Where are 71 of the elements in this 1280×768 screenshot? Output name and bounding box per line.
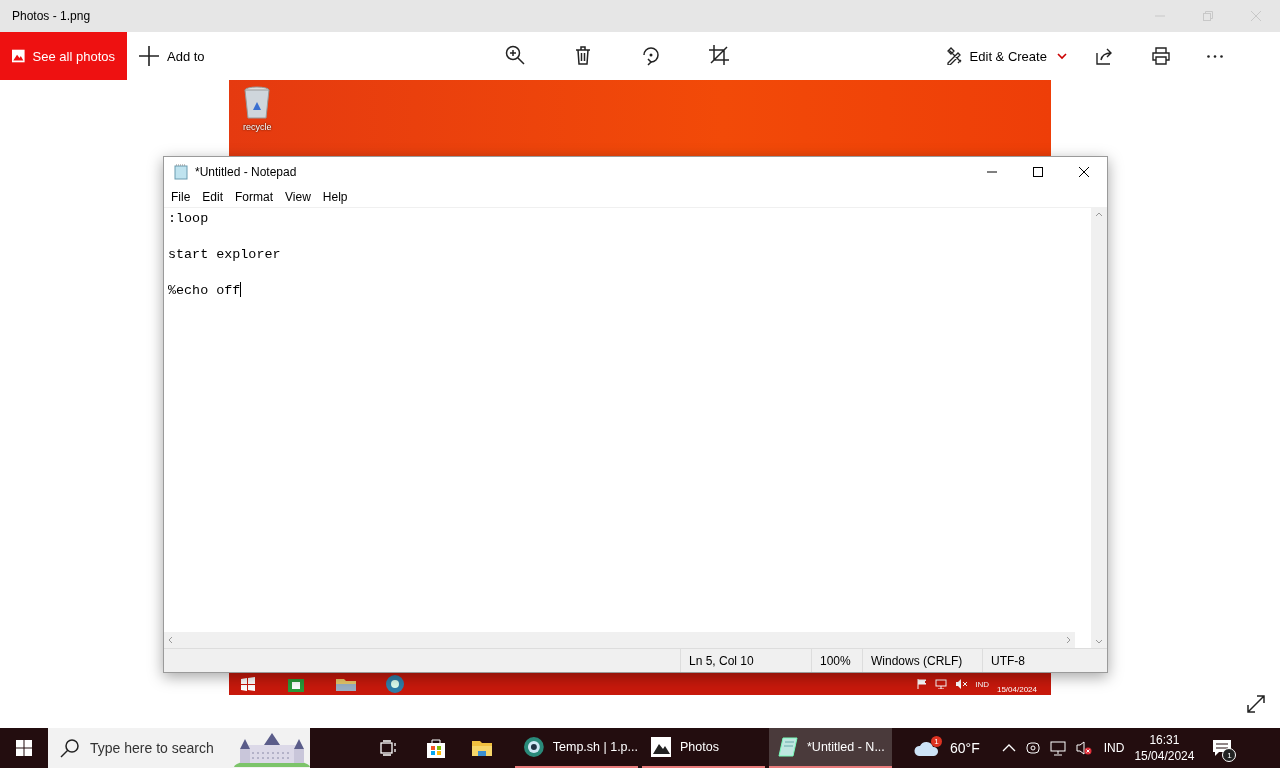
plus-icon [139,46,159,66]
menu-item[interactable]: Edit [196,190,230,204]
text-cursor [240,282,242,297]
notepad-icon [173,164,189,180]
tray-date: 15/04/2024 [996,683,1037,694]
more-icon [1206,54,1223,58]
search-icon [60,738,80,758]
camera-icon[interactable] [1025,740,1040,756]
menu-item[interactable]: Help [316,190,354,204]
globe-icon [523,736,545,758]
taskbar-app-button[interactable]: Temp.sh | 1.p... [515,728,638,768]
language-indicator[interactable]: IND [1103,741,1125,755]
clock-time[interactable]: 16:31 [1149,732,1180,748]
edit-create-button[interactable]: Edit & Create [945,47,1067,65]
speaker-muted-icon[interactable] [1075,740,1092,756]
zoom-in-icon [504,45,527,67]
scroll-right-icon [1066,636,1071,644]
store-icon [287,676,305,692]
see-all-photos-button[interactable]: See all photos [0,32,127,80]
menu-item[interactable]: Format [229,190,280,204]
language-indicator: IND [975,679,989,689]
taskbar-app-button[interactable]: *Untitled - N... [769,728,892,768]
desktop-icon-label: recycle [243,122,272,132]
expand-icon [1246,694,1266,714]
network-icon [935,679,948,689]
menu-item[interactable]: View [279,190,317,204]
pencil-ruler-icon [945,47,964,65]
add-to-button[interactable]: Add to [139,46,205,66]
window-title: Photos - 1.png [11,9,92,23]
printer-button[interactable] [1150,46,1171,66]
browser-icon [385,674,405,694]
start-icon [241,677,255,691]
shopping-bag-icon [426,738,446,758]
flag-icon [917,679,928,689]
text-editor[interactable]: :loop start explorer %echo off [164,208,1091,632]
zoom-level: 100% [811,649,862,672]
search-placeholder: Type here to search [90,740,215,756]
photo-icon [650,736,672,758]
clock-date[interactable]: 15/04/2024 [1134,748,1195,764]
more-button[interactable] [1206,54,1223,58]
folder-icon [335,676,357,692]
folder-icon [471,739,493,757]
scroll-left-icon [168,636,173,644]
crop-button[interactable] [708,45,731,67]
crop-icon [708,45,731,67]
cursor-position: Ln 5, Col 10 [680,649,811,672]
recycle-bin-icon [243,86,272,120]
speaker-muted-icon [955,679,968,689]
chevron-up-icon[interactable] [1001,743,1016,753]
encoding: UTF-8 [982,649,1092,672]
notification-badge: 1 [931,736,942,747]
search-field[interactable]: Type here to search [48,728,310,768]
line-ending: Windows (CRLF) [862,649,982,672]
weather-button[interactable]: 1 60°F [914,728,980,768]
fullscreen-button[interactable] [1246,694,1266,714]
taskbar-app-button[interactable]: Photos [642,728,765,768]
window-title: *Untitled - Notepad [195,165,298,179]
close-icon [1079,167,1089,177]
printer-icon [1150,46,1171,66]
chevron-down-icon [1056,52,1067,60]
network-icon[interactable] [1049,740,1066,756]
maximize-icon [1033,167,1043,177]
windows-logo-icon [16,740,32,756]
cloud-icon [914,739,940,757]
scroll-down-icon [1095,639,1103,644]
task-view-icon [380,740,398,756]
menu-item[interactable]: File [165,190,197,204]
notepad-icon [777,736,799,758]
notification-count: 1 [1222,748,1237,762]
zoom-in-button[interactable] [504,45,527,67]
scroll-up-icon [1095,212,1103,217]
